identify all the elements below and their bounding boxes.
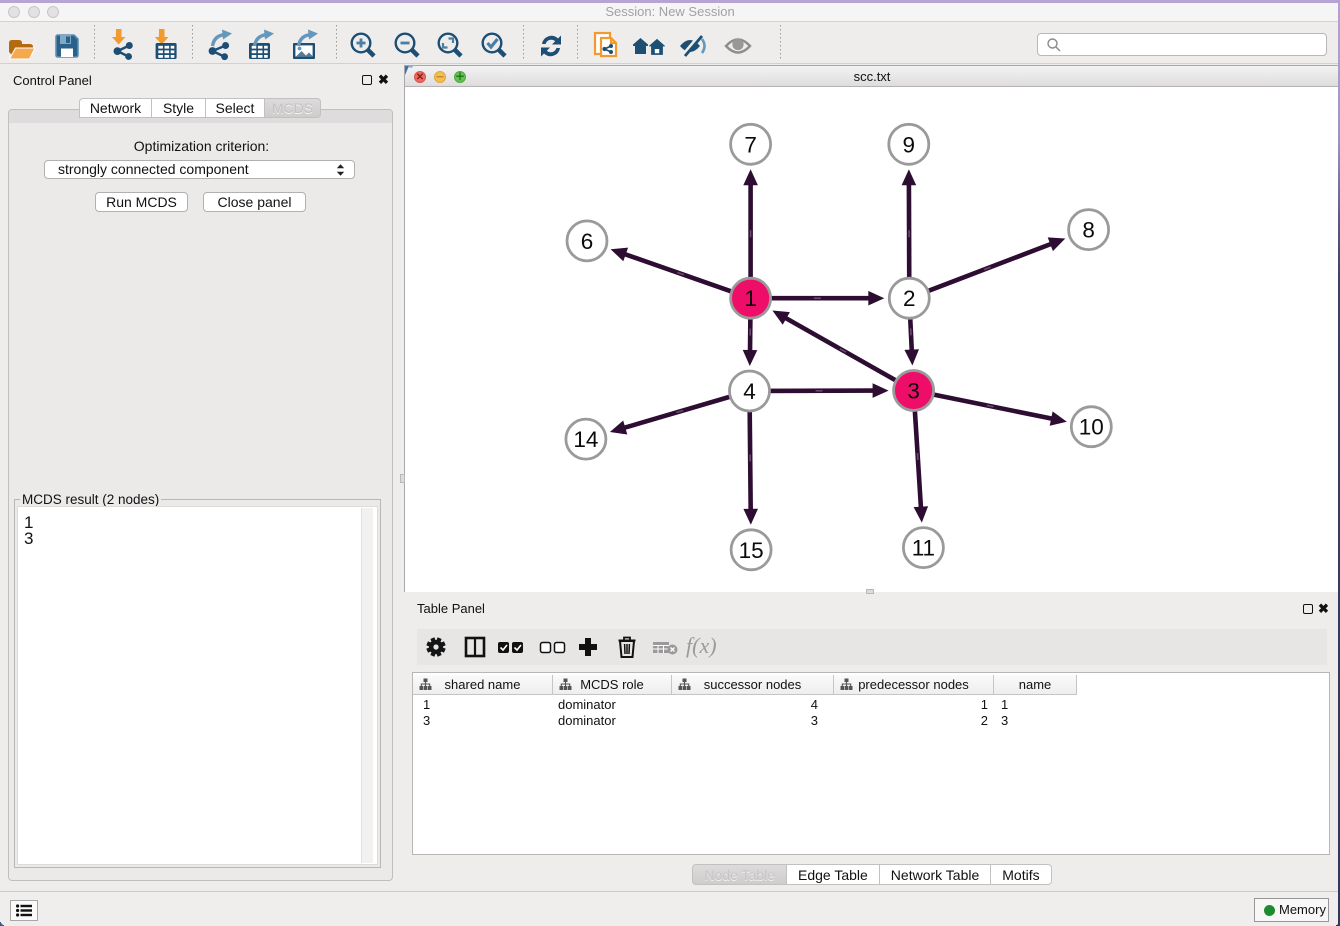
svg-text:9: 9: [903, 132, 916, 157]
svg-text:1: 1: [744, 286, 757, 311]
svg-text:6: 6: [581, 229, 594, 254]
svg-text:3: 3: [907, 379, 920, 404]
svg-text:8: 8: [1082, 218, 1095, 243]
svg-text:15: 15: [739, 538, 764, 563]
svg-text:11: 11: [912, 536, 935, 561]
svg-text:4: 4: [743, 379, 756, 404]
svg-text:14: 14: [573, 427, 598, 452]
svg-text:7: 7: [744, 132, 757, 157]
svg-text:10: 10: [1079, 415, 1104, 440]
svg-text:2: 2: [903, 286, 916, 311]
